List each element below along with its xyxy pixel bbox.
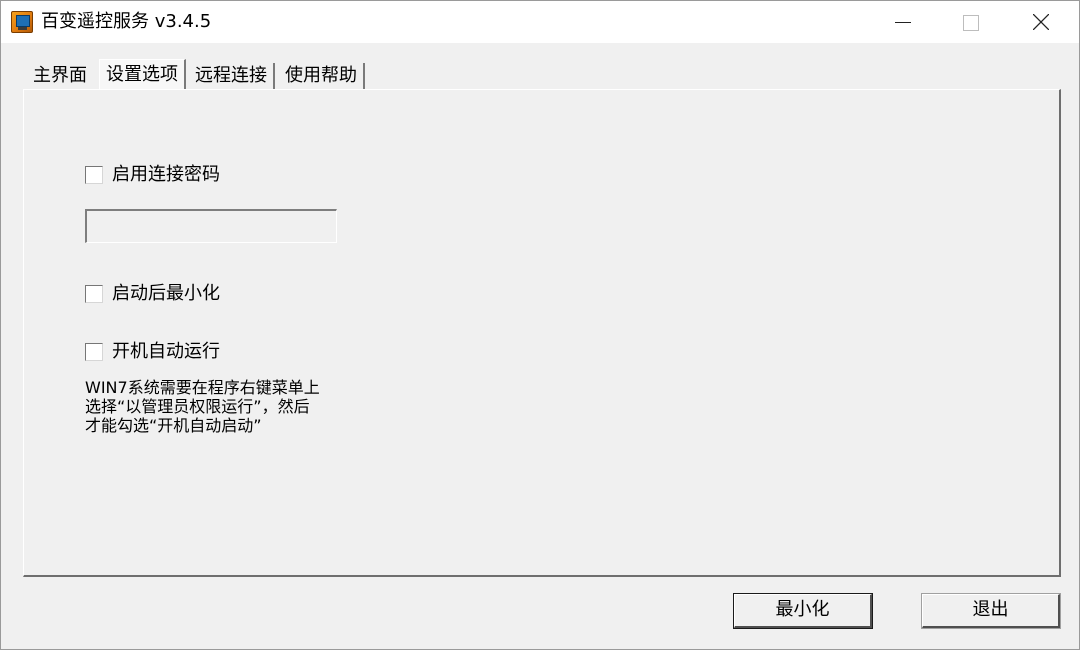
minimize-button[interactable]: 最小化 <box>733 593 873 629</box>
enable-password-checkbox[interactable] <box>85 166 103 184</box>
enable-password-label: 启用连接密码 <box>112 164 220 185</box>
tab-help[interactable]: 使用帮助 <box>279 63 365 91</box>
password-input[interactable] <box>85 209 337 243</box>
autostart-label: 开机自动运行 <box>112 341 220 362</box>
enable-password-option[interactable]: 启用连接密码 <box>85 164 220 186</box>
autostart-option[interactable]: 开机自动运行 <box>85 341 220 363</box>
start-minimized-option[interactable]: 启动后最小化 <box>85 283 220 305</box>
title-bar: 百变遥控服务 v3.4.5 <box>1 1 1079 43</box>
start-minimized-checkbox[interactable] <box>85 285 103 303</box>
exit-button[interactable]: 退出 <box>921 593 1061 629</box>
start-minimized-label: 启动后最小化 <box>112 283 220 304</box>
autostart-checkbox[interactable] <box>85 343 103 361</box>
window-maximize-button[interactable] <box>937 1 1003 43</box>
tab-main[interactable]: 主界面 <box>27 63 93 91</box>
close-icon <box>1033 14 1049 30</box>
win7-note: WIN7系统需要在程序右键菜单上 选择“以管理员权限运行”，然后 才能勾选“开机… <box>85 378 320 435</box>
window-minimize-button[interactable] <box>871 1 937 43</box>
tab-settings[interactable]: 设置选项 <box>99 59 186 91</box>
app-window: 百变遥控服务 v3.4.5 主界面 设置选项 远程连接 使用帮助 启用连接密码 … <box>0 0 1080 650</box>
app-monitor-icon <box>11 11 33 33</box>
window-title: 百变遥控服务 v3.4.5 <box>41 11 212 32</box>
window-close-button[interactable] <box>1007 1 1073 43</box>
tab-remote-connect[interactable]: 远程连接 <box>189 63 275 91</box>
settings-panel <box>23 89 1061 577</box>
